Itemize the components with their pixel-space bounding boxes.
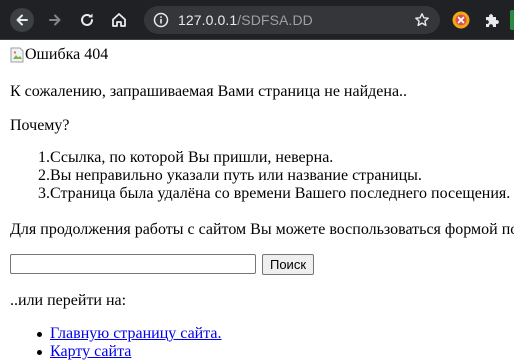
- broken-image-icon: [10, 47, 24, 63]
- address-bar[interactable]: 127.0.0.1/SDFSA.DD: [144, 6, 440, 34]
- broken-image-alt: Ошибка 404: [25, 46, 109, 63]
- url-text: 127.0.0.1/SDFSA.DD: [178, 12, 313, 28]
- extension-icon[interactable]: [452, 11, 470, 29]
- forward-button[interactable]: [42, 7, 68, 33]
- home-button[interactable]: [106, 7, 132, 33]
- browser-toolbar: 127.0.0.1/SDFSA.DD: [0, 0, 514, 40]
- site-info-icon[interactable]: [152, 11, 170, 29]
- url-host: 127.0.0.1: [178, 12, 238, 28]
- arrow-right-icon: [49, 14, 61, 25]
- bullet-icon: [37, 332, 42, 337]
- not-found-message: К сожалению, запрашиваемая Вами страница…: [10, 83, 408, 100]
- or-goto-text: ..или перейти на:: [10, 292, 127, 309]
- profile-avatar-edge[interactable]: [510, 10, 514, 30]
- reload-button[interactable]: [74, 7, 100, 33]
- url-path: /SDFSA.DD: [237, 12, 313, 28]
- sitemap-link[interactable]: Карту сайта: [50, 343, 131, 360]
- arrow-left-icon: [16, 14, 28, 25]
- bookmark-star-icon[interactable]: [414, 12, 430, 28]
- why-heading: Почему?: [10, 117, 70, 134]
- puzzle-extensions-icon[interactable]: [483, 11, 501, 29]
- continue-message: Для продолжения работы с сайтом Вы может…: [10, 221, 514, 238]
- back-button[interactable]: [10, 7, 34, 32]
- broken-image: Ошибка 404: [10, 46, 108, 64]
- page-content: Ошибка 404 К сожалению, запрашиваемая Ва…: [0, 41, 514, 360]
- reload-icon: [81, 13, 93, 26]
- search-button[interactable]: Поиск: [262, 254, 314, 275]
- search-input[interactable]: [10, 254, 256, 274]
- home-icon: [112, 12, 126, 27]
- bullet-icon: [37, 350, 42, 355]
- home-page-link[interactable]: Главную страницу сайта.: [50, 325, 222, 343]
